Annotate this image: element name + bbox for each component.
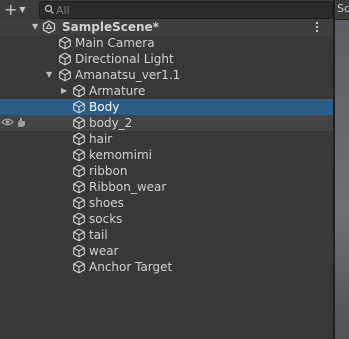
scene-row[interactable]: ▼ SampleScene* [0, 19, 333, 36]
item-label: kemomimi [89, 148, 152, 162]
hierarchy-item-armature[interactable]: ▶ Armature [0, 83, 333, 99]
hierarchy-item-main-camera[interactable]: Main Camera [0, 35, 333, 51]
hierarchy-tree: ▼ SampleScene* Main Camera Directional L… [0, 19, 333, 339]
item-label: Armature [89, 84, 146, 98]
scene-viewport[interactable] [335, 20, 349, 339]
item-label: hair [89, 132, 113, 146]
hierarchy-item-hair[interactable]: hair [0, 131, 333, 147]
hierarchy-item-shoes[interactable]: shoes [0, 195, 333, 211]
gameobject-cube-icon [72, 260, 86, 274]
hierarchy-item-ribbon-wear[interactable]: Ribbon_wear [0, 179, 333, 195]
hierarchy-item-socks[interactable]: socks [0, 211, 333, 227]
add-button[interactable]: + ▼ [4, 1, 30, 18]
gameobject-cube-icon [72, 116, 86, 130]
search-input[interactable] [56, 2, 326, 18]
gameobject-cube-icon [72, 180, 86, 194]
hierarchy-item-ribbon[interactable]: ribbon [0, 163, 333, 179]
gameobject-cube-icon [72, 84, 86, 98]
gameobject-cube-icon [72, 148, 86, 162]
item-label: Body [89, 100, 120, 114]
unity-scene-icon [42, 20, 56, 34]
scene-view-panel: Sc [335, 0, 349, 339]
item-label: tail [89, 228, 108, 242]
item-label: wear [89, 244, 119, 258]
item-label: Main Camera [75, 36, 155, 50]
item-label: Ribbon_wear [89, 180, 167, 194]
gameobject-cube-icon [58, 52, 72, 66]
hierarchy-item-body-2[interactable]: body_2 [0, 115, 333, 131]
scene-view-tab[interactable]: Sc [335, 0, 349, 20]
item-label: Directional Light [75, 52, 174, 66]
hierarchy-item-tail[interactable]: tail [0, 227, 333, 243]
item-label: Anchor Target [89, 260, 173, 274]
plus-icon: + [4, 0, 18, 19]
hierarchy-item-body[interactable]: Body [0, 99, 333, 115]
scene-view-tab-label: Sc [337, 2, 349, 15]
collapsed-arrow-icon[interactable]: ▶ [61, 86, 67, 96]
hierarchy-toolbar: + ▼ [0, 0, 333, 20]
expand-arrow-icon[interactable]: ▼ [32, 22, 38, 32]
search-field[interactable] [39, 1, 333, 19]
item-label: ribbon [89, 164, 128, 178]
gameobject-cube-icon [72, 164, 86, 178]
gameobject-cube-icon [72, 212, 86, 226]
gameobject-cube-icon [72, 196, 86, 210]
hierarchy-item-directional-light[interactable]: Directional Light [0, 51, 333, 67]
item-label: Amanatsu_ver1.1 [75, 68, 181, 82]
hierarchy-item-anchor-target[interactable]: Anchor Target [0, 259, 333, 275]
gameobject-cube-icon [72, 100, 86, 114]
item-label: shoes [89, 196, 124, 210]
item-label: body_2 [89, 116, 133, 130]
hierarchy-item-amanatsu[interactable]: ▼ Amanatsu_ver1.1 [0, 67, 333, 83]
pickable-hand-icon[interactable] [16, 117, 27, 128]
visibility-eye-icon[interactable] [1, 117, 14, 127]
scene-menu-icon[interactable] [312, 20, 322, 35]
dropdown-caret-icon: ▼ [19, 5, 26, 14]
gameobject-cube-icon [72, 228, 86, 242]
gameobject-cube-icon [72, 132, 86, 146]
expand-arrow-icon[interactable]: ▼ [46, 70, 52, 80]
gameobject-cube-icon [72, 244, 86, 258]
scene-name: SampleScene* [62, 20, 159, 34]
gameobject-cube-icon [58, 36, 72, 50]
item-label: socks [89, 212, 123, 226]
gameobject-cube-icon [58, 68, 72, 82]
hierarchy-item-kemomimi[interactable]: kemomimi [0, 147, 333, 163]
hierarchy-item-wear[interactable]: wear [0, 243, 333, 259]
search-icon [44, 4, 54, 14]
